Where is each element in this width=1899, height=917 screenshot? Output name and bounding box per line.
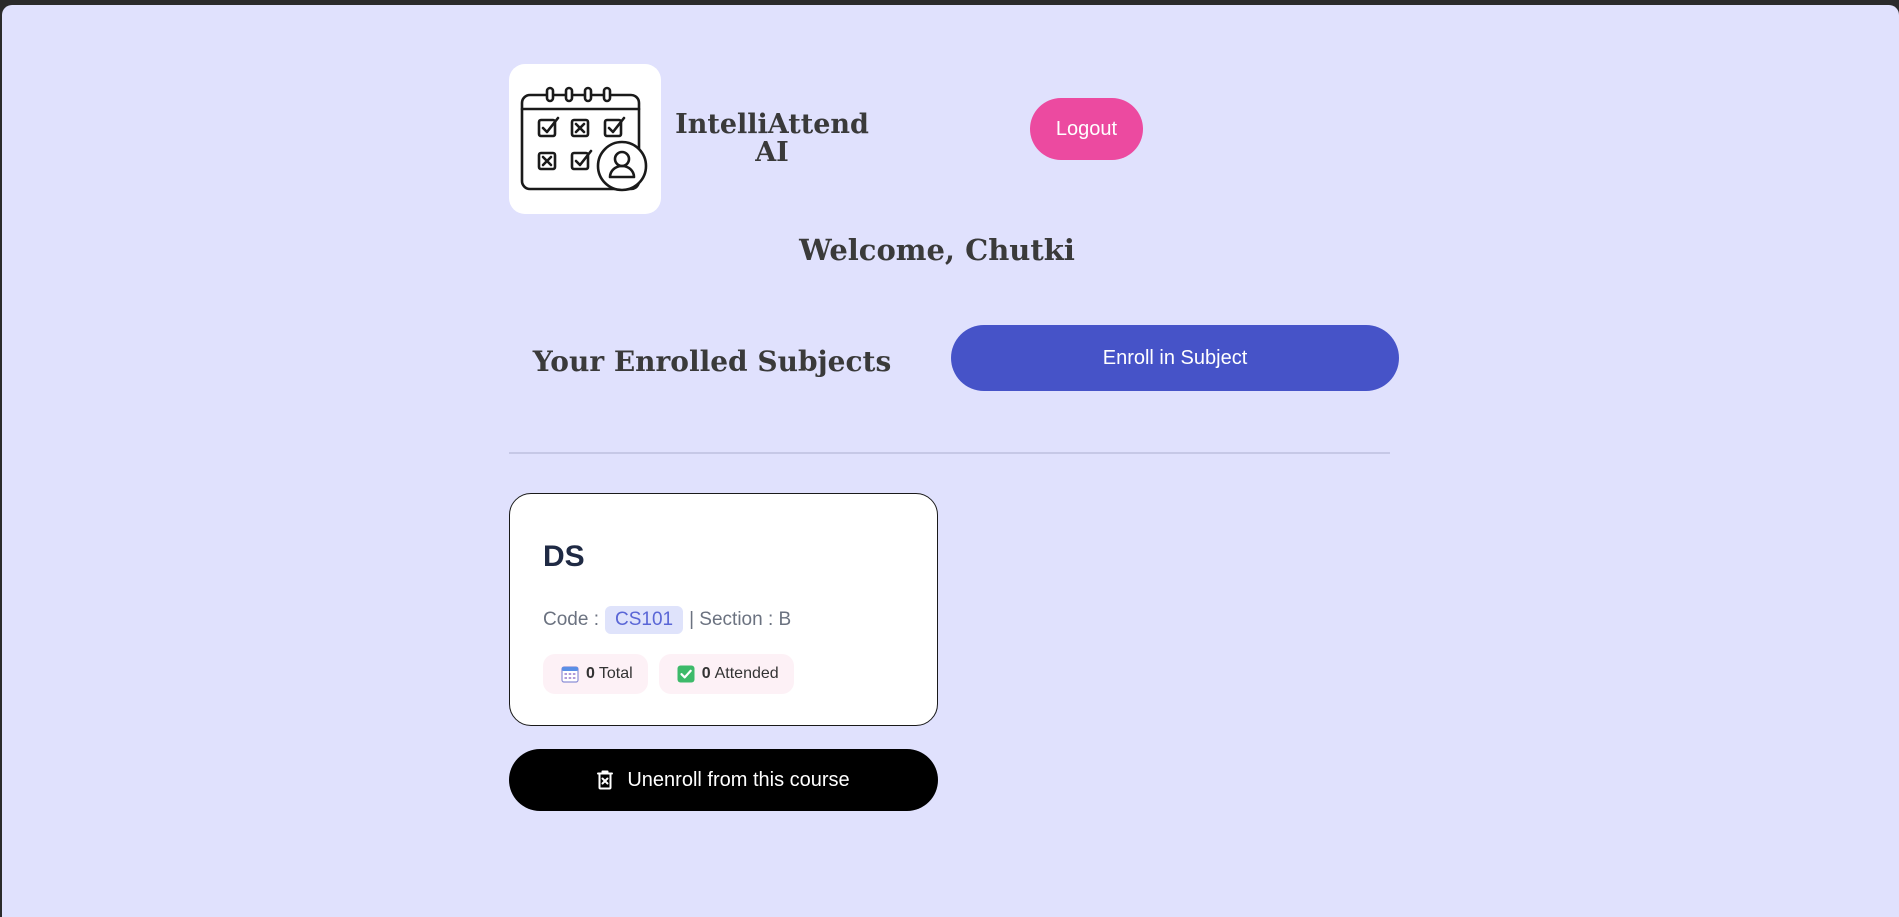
enroll-subject-button[interactable]: Enroll in Subject (951, 325, 1399, 391)
unenroll-button[interactable]: Unenroll from this course (509, 749, 938, 811)
total-label: Total (598, 665, 633, 682)
welcome-heading: Welcome, Chutki (799, 233, 1075, 267)
calendar-icon (561, 666, 579, 683)
trash-icon (597, 770, 614, 790)
check-box-icon (677, 665, 695, 683)
section-divider (509, 452, 1390, 454)
calendar-attendance-icon (520, 86, 648, 192)
attended-count: 0 (701, 665, 711, 682)
attended-classes-badge: 0 Attended (658, 654, 794, 694)
code-label: Code : (543, 609, 599, 630)
section-text: | Section : B (689, 609, 792, 630)
app-logo (509, 64, 661, 214)
unenroll-label: Unenroll from this course (627, 768, 850, 791)
attended-label: Attended (714, 665, 779, 682)
subject-card: DS Code : CS101 | Section : B 0 Total 0 … (509, 493, 938, 726)
logout-button[interactable]: Logout (1030, 98, 1143, 160)
app-page: IntelliAttend AI Logout Welcome, Chutki … (2, 5, 1899, 917)
brand-name: IntelliAttend AI (675, 109, 869, 168)
subject-meta: Code : CS101 | Section : B (543, 606, 791, 634)
total-count: 0 (586, 665, 595, 682)
total-classes-badge: 0 Total (543, 654, 648, 694)
subject-code-badge: CS101 (604, 606, 684, 634)
enrolled-subjects-title: Your Enrolled Subjects (532, 345, 892, 378)
subject-stats: 0 Total 0 Attended (543, 654, 794, 694)
subject-name: DS (543, 540, 585, 573)
